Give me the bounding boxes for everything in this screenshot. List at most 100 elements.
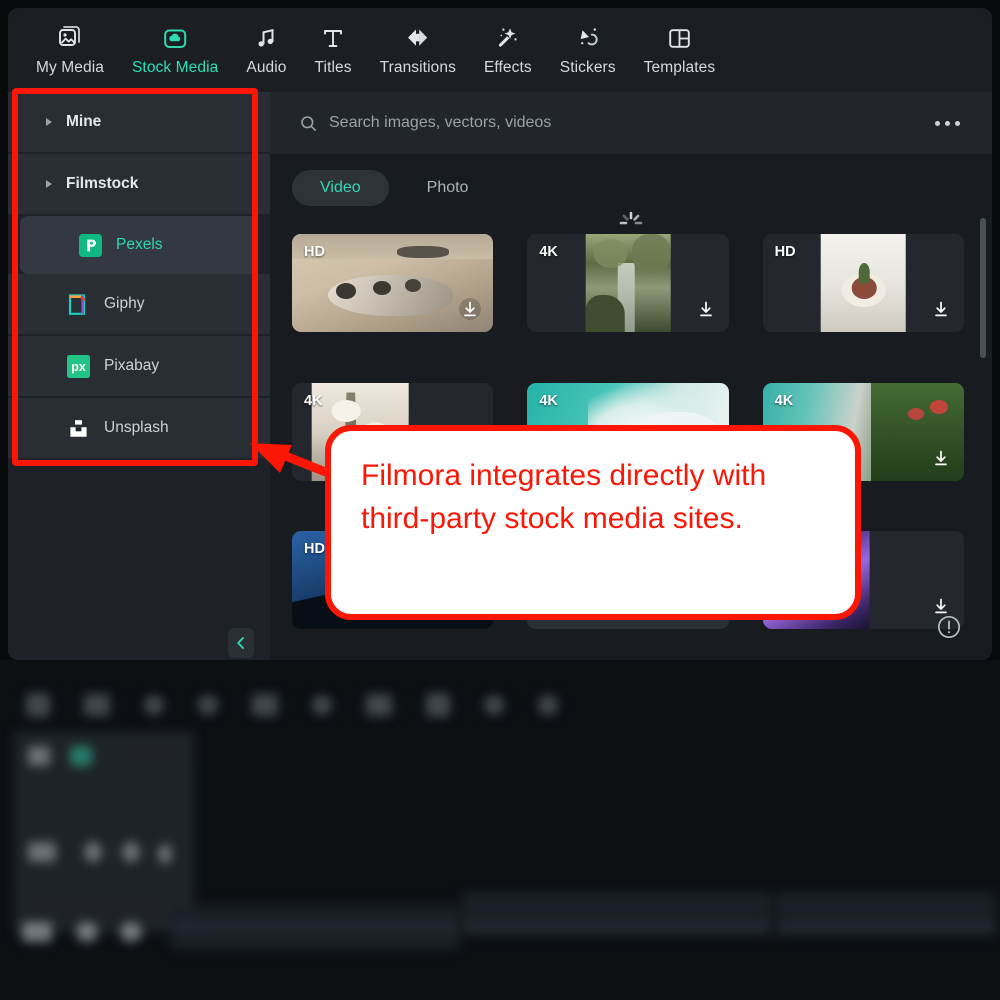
tab-titles[interactable]: Titles bbox=[301, 23, 366, 77]
download-icon[interactable] bbox=[694, 297, 718, 321]
tab-photo[interactable]: Photo bbox=[399, 170, 497, 206]
sidebar-item-unsplash[interactable]: Unsplash bbox=[8, 398, 270, 460]
stock-media-sidebar: Mine Filmstock Pexels Giphy px bbox=[8, 92, 270, 660]
quality-badge: HD bbox=[304, 244, 325, 260]
tab-label: Transitions bbox=[380, 59, 456, 77]
download-icon[interactable] bbox=[929, 594, 953, 618]
sidebar-item-label: Giphy bbox=[104, 295, 145, 313]
tab-templates[interactable]: Templates bbox=[630, 23, 730, 77]
folder-cloud-icon bbox=[160, 23, 190, 53]
sidebar-item-pixabay[interactable]: px Pixabay bbox=[8, 336, 270, 398]
timeline-tool-icon[interactable] bbox=[426, 693, 450, 717]
sidebar-item-label: Pexels bbox=[116, 236, 163, 254]
track-icon[interactable] bbox=[28, 842, 56, 862]
media-thumbnail bbox=[821, 234, 906, 332]
tab-label: Stickers bbox=[560, 59, 616, 77]
media-type-tabs: Video Photo bbox=[270, 154, 992, 206]
tab-my-media[interactable]: My Media bbox=[22, 23, 118, 77]
unsplash-icon bbox=[66, 416, 90, 440]
tab-label: Titles bbox=[315, 59, 352, 77]
sidebar-item-label: Pixabay bbox=[104, 357, 159, 375]
sidebar-item-pexels[interactable]: Pexels bbox=[20, 216, 258, 274]
audio-waveform bbox=[176, 922, 456, 932]
quality-badge: 4K bbox=[539, 393, 558, 409]
track-icon[interactable] bbox=[122, 842, 140, 862]
track-icon[interactable] bbox=[76, 922, 98, 942]
pixabay-icon: px bbox=[66, 354, 90, 378]
quality-badge: 4K bbox=[539, 244, 558, 260]
layout-grid-icon bbox=[664, 23, 694, 53]
pexels-icon bbox=[78, 233, 102, 257]
tab-stickers[interactable]: Stickers bbox=[546, 23, 630, 77]
transition-arrows-icon bbox=[403, 23, 433, 53]
tab-label: Stock Media bbox=[132, 59, 218, 77]
sidebar-item-giphy[interactable]: Giphy bbox=[8, 274, 270, 336]
tab-audio[interactable]: Audio bbox=[232, 23, 300, 77]
timeline-blur-overlay bbox=[0, 660, 1000, 1000]
media-card[interactable]: 4K bbox=[527, 234, 728, 332]
top-navigation-bar: My Media Stock Media Audio Titles bbox=[8, 8, 992, 92]
timeline-area bbox=[0, 660, 1000, 1000]
timeline-tool-icon[interactable] bbox=[84, 694, 110, 716]
track-icon[interactable] bbox=[28, 746, 50, 766]
text-t-icon bbox=[318, 23, 348, 53]
track-icon[interactable] bbox=[22, 922, 52, 942]
track-icon[interactable] bbox=[158, 844, 172, 864]
quality-badge: HD bbox=[304, 541, 325, 557]
sidebar-group-filmstock[interactable]: Filmstock bbox=[8, 154, 270, 216]
timeline-tool-icon[interactable] bbox=[366, 694, 392, 716]
quality-badge: HD bbox=[775, 244, 796, 260]
media-card[interactable]: HD bbox=[763, 234, 964, 332]
tab-stock-media[interactable]: Stock Media bbox=[118, 23, 232, 77]
track-icon[interactable] bbox=[84, 842, 102, 862]
download-icon[interactable] bbox=[458, 297, 482, 321]
search-input[interactable]: Search images, vectors, videos bbox=[300, 114, 927, 132]
sticker-shapes-icon bbox=[573, 23, 603, 53]
timeline-tool-icon[interactable] bbox=[252, 694, 278, 716]
sidebar-group-label: Mine bbox=[66, 113, 101, 131]
giphy-icon bbox=[66, 292, 90, 316]
tab-transitions[interactable]: Transitions bbox=[366, 23, 470, 77]
sidebar-group-mine[interactable]: Mine bbox=[8, 92, 270, 154]
content-scrollbar[interactable] bbox=[980, 218, 986, 508]
download-icon[interactable] bbox=[929, 297, 953, 321]
track-icon[interactable] bbox=[70, 746, 92, 766]
timeline-tool-icon[interactable] bbox=[312, 695, 332, 715]
tab-label: Templates bbox=[644, 59, 716, 77]
timeline-track-headers bbox=[14, 732, 194, 932]
tab-effects[interactable]: Effects bbox=[470, 23, 546, 77]
track-icon[interactable] bbox=[120, 922, 142, 942]
audio-waveform bbox=[468, 922, 768, 932]
audio-waveform bbox=[782, 922, 994, 932]
annotation-callout: Filmora integrates directly with third-p… bbox=[325, 425, 861, 620]
timeline-toolbar bbox=[14, 682, 974, 728]
scrollbar-thumb[interactable] bbox=[980, 218, 986, 358]
download-icon[interactable] bbox=[929, 446, 953, 470]
chevron-right-icon bbox=[46, 180, 52, 188]
timeline-tool-icon[interactable] bbox=[144, 695, 164, 715]
tab-label: Audio bbox=[246, 59, 286, 77]
search-bar: Search images, vectors, videos bbox=[270, 92, 992, 154]
more-horizontal-icon[interactable] bbox=[927, 113, 968, 134]
timeline-tool-icon[interactable] bbox=[484, 695, 504, 715]
quality-badge: 4K bbox=[775, 393, 794, 409]
chevron-right-icon bbox=[46, 118, 52, 126]
tab-video[interactable]: Video bbox=[292, 170, 389, 206]
sidebar-group-label: Filmstock bbox=[66, 175, 138, 193]
timeline-tool-icon[interactable] bbox=[26, 693, 50, 717]
sidebar-item-label: Unsplash bbox=[104, 419, 169, 437]
annotation-callout-text: Filmora integrates directly with third-p… bbox=[361, 455, 825, 540]
tab-label: Effects bbox=[484, 59, 532, 77]
svg-text:px: px bbox=[71, 360, 86, 374]
media-thumbnail bbox=[586, 234, 671, 332]
magic-wand-icon bbox=[493, 23, 523, 53]
search-icon bbox=[300, 115, 317, 132]
chevron-left-icon bbox=[235, 636, 247, 650]
timeline-tool-icon[interactable] bbox=[538, 695, 558, 715]
media-card[interactable]: HD bbox=[292, 234, 493, 332]
music-note-icon bbox=[251, 23, 281, 53]
image-stack-icon bbox=[55, 23, 85, 53]
collapse-sidebar-button[interactable] bbox=[228, 628, 254, 658]
timeline-tool-icon[interactable] bbox=[198, 695, 218, 715]
tab-label: My Media bbox=[36, 59, 104, 77]
